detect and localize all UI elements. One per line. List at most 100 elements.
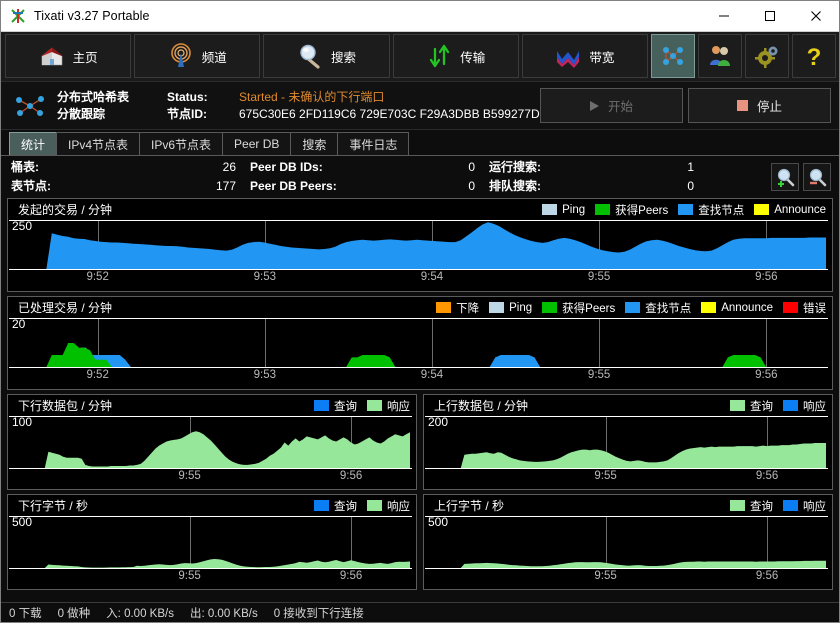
chart-xtick-label: 9:56: [755, 369, 777, 381]
svg-text:?: ?: [807, 44, 822, 69]
stat-row: 桶表: 26: [11, 158, 236, 177]
legend-label: 查询: [750, 498, 773, 514]
toolbar-button-bandwidth[interactable]: 带宽: [522, 34, 648, 78]
chart-processed-transactions[interactable]: 已处理交易 / 分钟 下降Ping获得Peers查找节点Announce错误 2…: [7, 296, 833, 390]
legend-label: Announce: [774, 204, 826, 216]
chart-header: 上行字节 / 秒 查询响应: [424, 495, 832, 515]
legend-label: Ping: [509, 302, 532, 314]
toolbar-button-peers[interactable]: [698, 34, 742, 78]
tab-statistics[interactable]: 统计: [9, 132, 57, 155]
legend-item: 查询: [314, 498, 357, 514]
toolbar-button-dht[interactable]: [651, 34, 695, 78]
tab-label: IPv6节点表: [151, 136, 211, 153]
legend-label: 响应: [387, 398, 410, 414]
chart-up-packets[interactable]: 上行数据包 / 分钟 查询响应 200 9:559:56: [423, 394, 833, 490]
stat-value-running-searches: 1: [599, 158, 694, 177]
tab-label: 统计: [21, 136, 45, 153]
legend-swatch: [314, 400, 329, 411]
chart-xtick-label: 9:55: [178, 470, 200, 482]
tab-event-log[interactable]: 事件日志: [337, 132, 409, 155]
toolbar-label-home: 主页: [73, 47, 98, 66]
stat-row: 运行搜索: 1: [489, 158, 694, 177]
toolbar-button-settings[interactable]: [745, 34, 789, 78]
legend-item: 响应: [367, 498, 410, 514]
legend-swatch: [783, 500, 798, 511]
legend-label: Ping: [562, 204, 585, 216]
toolbar-label-channels: 频道: [202, 47, 227, 66]
legend-item: Ping: [542, 204, 585, 216]
chart-initiated-transactions[interactable]: 发起的交易 / 分钟 Ping 获得Peers 查找节点 Announce 250 9…: [7, 198, 833, 292]
dht-nodeid-value: 675C30E6 2FD119C6 729E703C F29A3DBB B599…: [239, 106, 540, 123]
legend-label: 获得Peers: [615, 202, 668, 218]
stat-key-running-searches: 运行搜索:: [489, 158, 599, 177]
legend-swatch: [625, 302, 640, 313]
legend-item: Ping: [489, 302, 532, 314]
legend-item: 获得Peers: [595, 202, 668, 218]
stop-button-label: 停止: [757, 96, 782, 115]
dht-nodeid-label: 节点ID:: [167, 106, 239, 123]
tab-label: IPv4节点表: [68, 136, 128, 153]
minimize-button[interactable]: [701, 1, 747, 32]
chart-series-响应: [30, 559, 410, 568]
chart-svg: [424, 415, 830, 470]
chart-series-响应: [30, 431, 410, 468]
chart-xtick-label: 9:56: [756, 570, 778, 582]
chart-series-获得Peers: [30, 343, 826, 367]
toolbar-button-home[interactable]: 主页: [5, 34, 131, 78]
stat-key-peerdb-ids: Peer DB IDs:: [250, 158, 380, 177]
toolbar-label-transfers: 传输: [460, 47, 485, 66]
chart-plot: 500: [8, 515, 416, 570]
zoom-in-button[interactable]: [771, 163, 799, 191]
chart-xtick-label: 9:55: [594, 470, 616, 482]
chart-xtick-label: 9:54: [421, 369, 443, 381]
chart-xtick-label: 9:56: [340, 570, 362, 582]
chart-title: 发起的交易 / 分钟: [18, 201, 112, 218]
chart-header: 发起的交易 / 分钟 Ping 获得Peers 查找节点 Announce: [8, 199, 832, 219]
chart-title: 下行数据包 / 分钟: [18, 397, 112, 414]
legend-item: 查找节点: [678, 202, 744, 218]
chart-svg: [8, 219, 830, 271]
maximize-button[interactable]: [747, 1, 793, 32]
status-incoming-connections: 0 接收到下行连接: [274, 605, 364, 621]
zoom-out-button[interactable]: [803, 163, 831, 191]
chart-up-bytes[interactable]: 上行字节 / 秒 查询响应 500 9:559:56: [423, 494, 833, 590]
chart-down-packets[interactable]: 下行数据包 / 分钟 查询响应 100 9:559:56: [7, 394, 417, 490]
tab-peer-db[interactable]: Peer DB: [222, 132, 291, 155]
tab-ipv4-node-table[interactable]: IPv4节点表: [56, 132, 140, 155]
legend-item: 查找节点: [625, 300, 691, 316]
stat-row: 表节点: 177: [11, 177, 236, 196]
legend-label: 查询: [334, 498, 357, 514]
legend-item: 获得Peers: [542, 300, 615, 316]
chart-legend: 查询响应: [730, 398, 826, 414]
tab-search[interactable]: 搜索: [290, 132, 338, 155]
chart-xaxis: 9:529:539:549:559:56: [8, 369, 832, 386]
chart-xtick-label: 9:55: [178, 570, 200, 582]
stop-button[interactable]: 停止: [688, 88, 831, 123]
start-button[interactable]: 开始: [540, 88, 683, 123]
toolbar-button-transfers[interactable]: 传输: [393, 34, 519, 78]
help-icon: ?: [801, 43, 827, 69]
tab-bar: 统计 IPv4节点表 IPv6节点表 Peer DB 搜索 事件日志: [1, 130, 839, 156]
toolbar-button-search[interactable]: 搜索: [263, 34, 389, 78]
legend-item: Announce: [701, 302, 773, 314]
legend-item: 响应: [783, 398, 826, 414]
legend-swatch: [783, 400, 798, 411]
close-button[interactable]: [793, 1, 839, 32]
legend-swatch: [595, 204, 610, 215]
toolbar-button-help[interactable]: ?: [792, 34, 836, 78]
stat-row: Peer DB Peers: 0: [250, 177, 475, 196]
dht-name-line1: 分布式哈希表: [57, 89, 167, 106]
chart-xaxis: 9:529:539:549:559:56: [8, 271, 832, 288]
toolbar-button-channels[interactable]: 频道: [134, 34, 260, 78]
chart-plot: 250: [8, 219, 832, 271]
chart-down-bytes[interactable]: 下行字节 / 秒 查询响应 500 9:559:56: [7, 494, 417, 590]
zoom-out-icon: [807, 167, 827, 187]
stop-icon: [737, 100, 748, 111]
stat-key-peerdb-peers: Peer DB Peers:: [250, 177, 380, 196]
zoom-in-icon: [775, 167, 795, 187]
legend-label: 查找节点: [698, 202, 744, 218]
stat-key-table-nodes: 表节点:: [11, 177, 141, 196]
tab-ipv6-node-table[interactable]: IPv6节点表: [139, 132, 223, 155]
chart-xaxis: 9:559:56: [8, 470, 416, 487]
chart-xtick-label: 9:52: [86, 369, 108, 381]
